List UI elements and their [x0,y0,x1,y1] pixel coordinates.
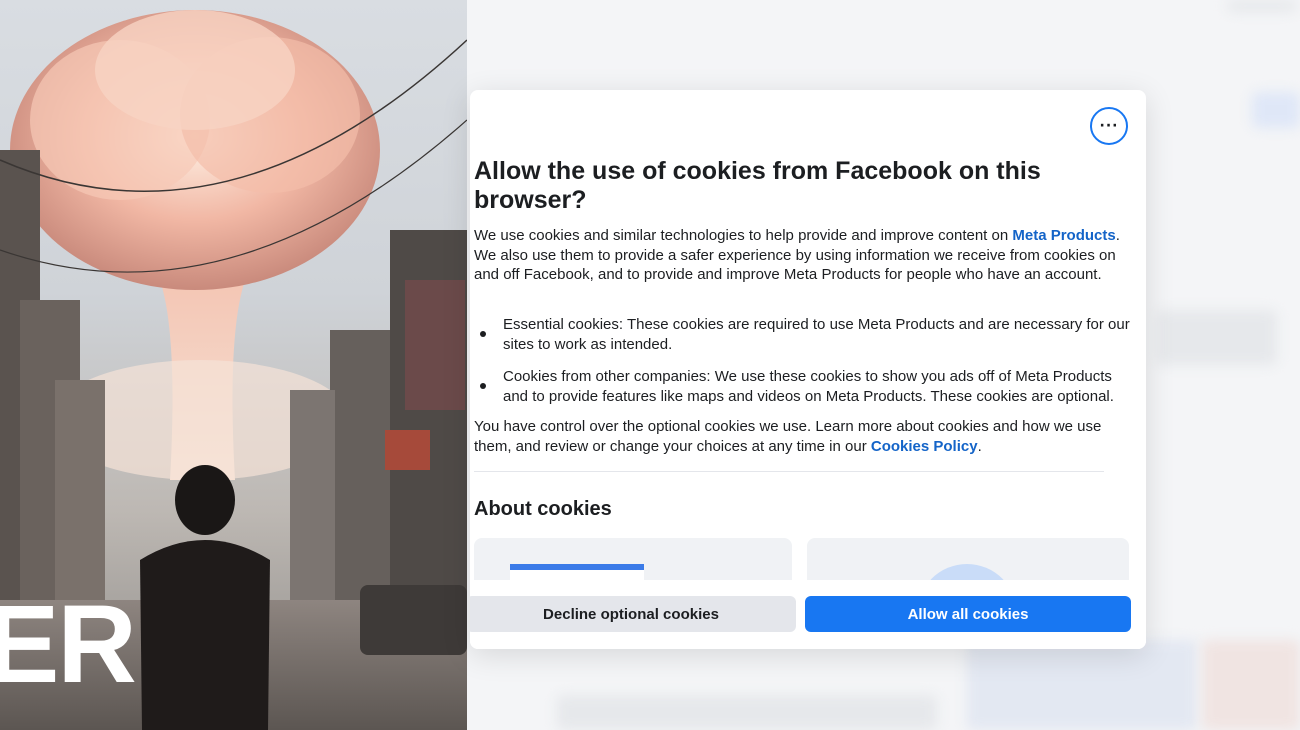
background-block [1227,0,1297,12]
decline-optional-cookies-button[interactable]: Decline optional cookies [470,596,796,632]
more-horizontal-icon: ··· [1099,118,1119,134]
more-options-button[interactable]: ··· [1090,107,1128,145]
cookie-consent-dialog: ··· Allow the use of cookies from Facebo… [470,90,1146,649]
cookie-control-text: You have control over the optional cooki… [474,417,1134,456]
cookie-intro-text: We use cookies and similar technologies … [474,226,1134,285]
video-thumbnail: ER [0,0,467,730]
other-companies-cookies-item: Cookies from other companies: We use the… [503,368,1114,405]
bullet-icon [480,383,486,389]
meta-products-link[interactable]: Meta Products [1012,227,1115,244]
bullet-icon [480,331,486,337]
intro-text-part-1: We use cookies and similar technologies … [474,227,1013,244]
thumbnail-overlay-text: ER [0,583,137,706]
dialog-title: Allow the use of cookies from Facebook o… [474,157,1041,214]
about-cookies-heading: About cookies [474,498,612,520]
control-text-part-1: You have control over the optional cooki… [474,418,1102,455]
cookies-policy-link[interactable]: Cookies Policy [871,438,978,455]
background-block [557,695,937,730]
background-block [1157,310,1277,365]
essential-cookies-item: Essential cookies: These cookies are req… [503,316,1130,353]
divider [474,471,1104,472]
background-block [967,640,1197,730]
dialog-footer: Decline optional cookies Allow all cooki… [470,580,1146,649]
control-text-part-2: . [977,437,982,455]
background-button [1252,92,1300,128]
background-block [1202,640,1300,730]
allow-all-cookies-button[interactable]: Allow all cookies [805,596,1131,632]
